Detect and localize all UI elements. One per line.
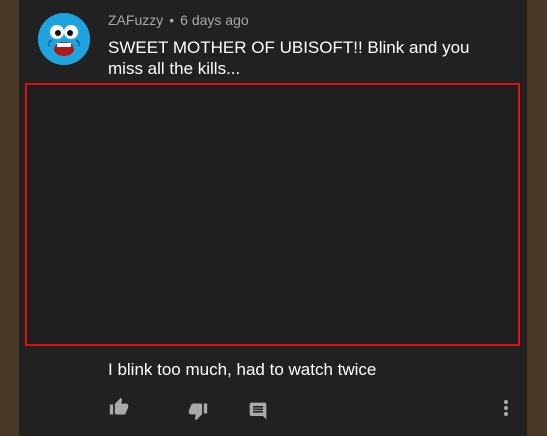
- more-options-button[interactable]: [498, 398, 514, 418]
- comment-icon: [249, 402, 267, 420]
- cartoon-face-icon: [38, 13, 90, 65]
- reply-button[interactable]: [248, 401, 268, 421]
- meta-separator: •: [169, 12, 175, 28]
- more-vert-icon: [504, 400, 508, 416]
- thumb-up-icon: [109, 397, 129, 415]
- author-name[interactable]: ZAFuzzy: [108, 12, 163, 28]
- comment-text: SWEET MOTHER OF UBISOFT!! Blink and you …: [108, 38, 470, 78]
- thumb-down-icon: [188, 403, 208, 421]
- avatar[interactable]: [38, 13, 90, 65]
- timestamp[interactable]: 6 days ago: [180, 12, 249, 28]
- highlighted-media-region: [25, 83, 520, 346]
- dislike-button[interactable]: [187, 401, 209, 421]
- like-button[interactable]: [108, 397, 130, 417]
- reply-text: I blink too much, had to watch twice: [108, 360, 377, 379]
- comment-meta: ZAFuzzy • 6 days ago: [108, 12, 249, 28]
